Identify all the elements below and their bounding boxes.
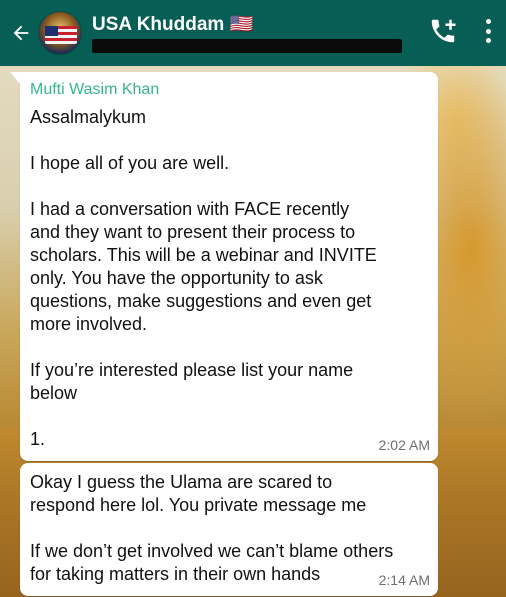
chat-header: USA Khuddam 🇺🇸: [0, 0, 506, 66]
group-info[interactable]: USA Khuddam 🇺🇸: [92, 14, 402, 53]
message-line: If we don’t get involved we can’t blame …: [30, 541, 394, 561]
more-vertical-icon[interactable]: [484, 19, 492, 43]
message-line: 1.: [30, 429, 46, 449]
message-line: scholars. This will be a webinar and INV…: [30, 245, 377, 265]
message-bubble-1[interactable]: Mufti Wasim Khan Assalmalykum I hope all…: [10, 72, 438, 461]
message-bubble-2[interactable]: Okay I guess the Ulama are scared to res…: [20, 463, 438, 596]
message-line: I hope all of you are well.: [30, 153, 230, 173]
group-name: USA Khuddam 🇺🇸: [92, 13, 254, 35]
message-line: below: [30, 383, 78, 403]
arrow-left-icon[interactable]: [6, 22, 36, 44]
message-line: for taking matters in their own hands: [30, 564, 321, 584]
message-line: questions, make suggestions and even get: [30, 291, 372, 311]
avatar-flag-image: [45, 26, 77, 44]
message-line: If you’re interested please list your na…: [30, 360, 354, 380]
message-line: only. You have the opportunity to ask: [30, 268, 323, 288]
header-actions: [428, 16, 492, 46]
message-timestamp: 2:14 AM: [378, 572, 430, 588]
message-line: and they want to present their process t…: [30, 222, 356, 242]
message-timestamp: 2:02 AM: [378, 437, 430, 453]
message-line: I had a conversation with FACE recently: [30, 199, 350, 219]
group-avatar[interactable]: [38, 11, 82, 55]
arrow-left-icon-glyph: [13, 25, 29, 41]
add-call-icon[interactable]: [428, 16, 458, 46]
message-line: respond here lol. You private message me: [30, 495, 367, 515]
message-line: more involved.: [30, 314, 148, 334]
sender-name[interactable]: Mufti Wasim Khan: [30, 80, 428, 100]
group-members-redacted: [92, 38, 402, 53]
message-line: Assalmalykum: [30, 107, 147, 127]
message-line: Okay I guess the Ulama are scared to: [30, 472, 333, 492]
